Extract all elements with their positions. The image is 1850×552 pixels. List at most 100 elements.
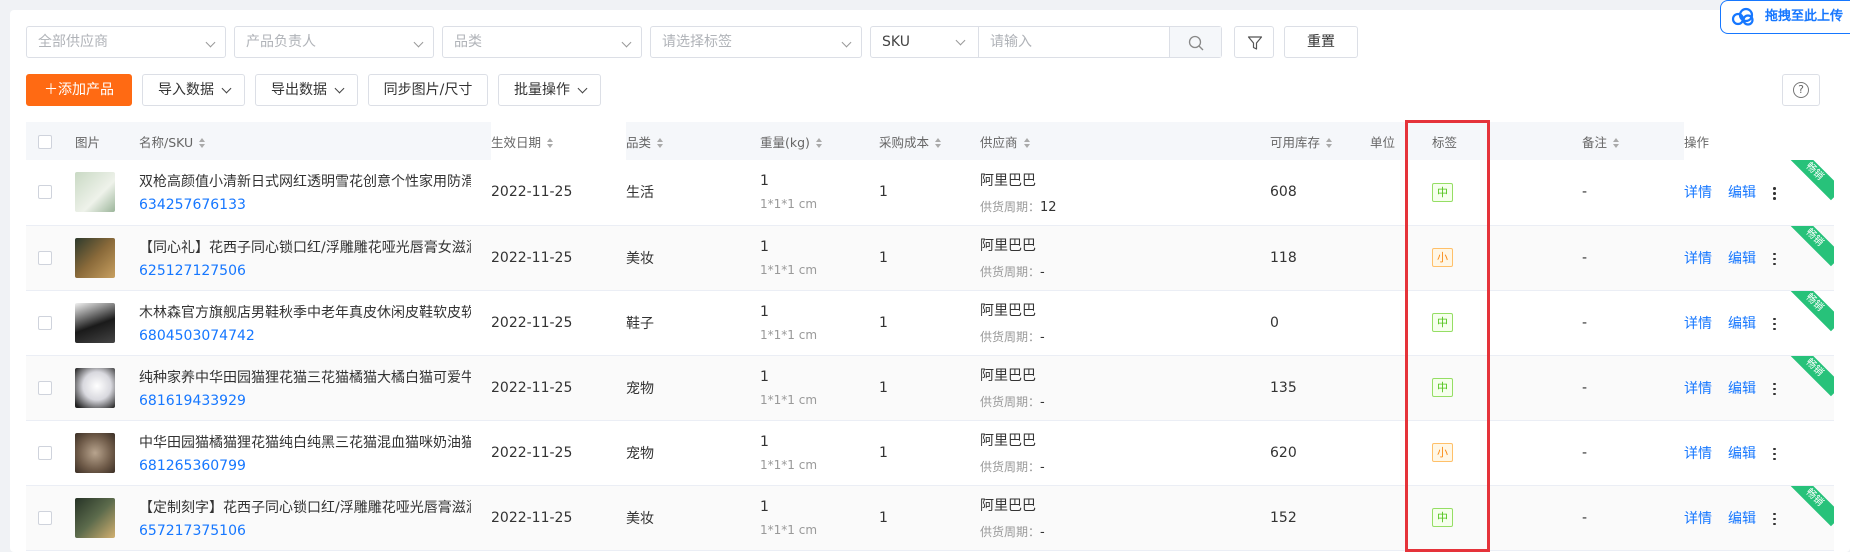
supply-cycle: 供货周期：-: [980, 328, 1270, 345]
detail-link[interactable]: 详情: [1684, 381, 1712, 397]
import-data-button[interactable]: 导入数据: [142, 74, 245, 106]
weight-value: 1: [760, 433, 769, 450]
detail-link[interactable]: 详情: [1684, 511, 1712, 527]
sku-search-input[interactable]: [979, 27, 1169, 57]
drag-upload-badge[interactable]: 拖拽至此上传: [1720, 0, 1850, 34]
supplier-name: 阿里巴巴: [980, 303, 1036, 319]
product-thumbnail[interactable]: [75, 172, 115, 213]
header-remark-label: 备注: [1582, 134, 1608, 150]
stock-cell: 152: [1270, 509, 1297, 526]
search-button[interactable]: [1169, 27, 1221, 57]
more-icon[interactable]: [1772, 447, 1776, 461]
date-cell: 2022-11-25: [491, 444, 573, 461]
edit-link[interactable]: 编辑: [1728, 185, 1756, 201]
supplier-select[interactable]: 全部供应商: [26, 26, 226, 58]
edit-link[interactable]: 编辑: [1728, 316, 1756, 332]
remark-cell: -: [1582, 184, 1588, 201]
product-sku-link[interactable]: 657217375106: [139, 523, 491, 539]
product-sku-link[interactable]: 6804503074742: [139, 328, 491, 344]
header-weight[interactable]: 重量(kg): [760, 122, 879, 160]
supplier-cell: 阿里巴巴 供货周期：-: [980, 485, 1270, 550]
sync-images-button[interactable]: 同步图片/尺寸: [368, 74, 488, 106]
header-effective-date[interactable]: 生效日期: [491, 122, 626, 160]
more-icon[interactable]: [1772, 186, 1776, 200]
header-purchase-cost[interactable]: 采购成本: [879, 122, 980, 160]
drag-upload-label: 拖拽至此上传: [1765, 9, 1844, 24]
more-icon[interactable]: [1772, 317, 1776, 331]
header-effective-date-label: 生效日期: [491, 134, 542, 150]
product-sku-link[interactable]: 681265360799: [139, 458, 491, 474]
chevron-down-icon: [413, 37, 424, 48]
row-checkbox[interactable]: [38, 185, 52, 200]
product-sku-link[interactable]: 625127127506: [139, 263, 491, 279]
product-sku-link[interactable]: 681619433929: [139, 393, 491, 409]
product-sku-link[interactable]: 634257676133: [139, 197, 491, 213]
header-name-sku[interactable]: 名称/SKU: [139, 122, 491, 160]
help-button[interactable]: ?: [1782, 74, 1820, 106]
weight-cell: 1 1*1*1 cm: [760, 290, 879, 355]
sort-icon[interactable]: [1613, 138, 1620, 148]
supply-cycle: 供货周期：-: [980, 393, 1270, 410]
detail-link[interactable]: 详情: [1684, 316, 1712, 332]
sort-icon[interactable]: [1023, 138, 1031, 148]
weight-cell: 1 1*1*1 cm: [760, 160, 879, 225]
chevron-down-icon: [955, 35, 966, 46]
header-supplier[interactable]: 供应商: [980, 122, 1270, 160]
chevron-down-icon: [221, 83, 232, 94]
detail-link[interactable]: 详情: [1684, 251, 1712, 267]
owner-select[interactable]: 产品负责人: [234, 26, 434, 58]
edit-link[interactable]: 编辑: [1728, 251, 1756, 267]
product-thumbnail[interactable]: [75, 497, 115, 538]
row-checkbox[interactable]: [38, 315, 52, 330]
product-thumbnail[interactable]: [75, 237, 115, 278]
header-remark[interactable]: 备注: [1582, 122, 1684, 160]
sort-icon[interactable]: [657, 138, 664, 148]
row-checkbox[interactable]: [38, 380, 52, 395]
tag-cell: 中: [1432, 160, 1582, 225]
bestseller-ribbon: 畅销: [1785, 160, 1834, 201]
row-checkbox[interactable]: [38, 445, 52, 460]
sort-icon[interactable]: [815, 138, 823, 148]
sort-icon[interactable]: [547, 138, 554, 148]
edit-link[interactable]: 编辑: [1728, 446, 1756, 462]
more-icon[interactable]: [1772, 382, 1776, 396]
sku-type-select[interactable]: SKU: [871, 27, 979, 57]
question-icon: ?: [1793, 82, 1809, 98]
reset-button[interactable]: 重置: [1284, 26, 1358, 58]
category-select[interactable]: 品类: [442, 26, 642, 58]
dimensions-value: 1*1*1 cm: [760, 262, 818, 277]
filter-button[interactable]: [1234, 26, 1274, 58]
add-product-button[interactable]: ＋添加产品: [26, 74, 132, 106]
supply-cycle-label: 供货周期：: [980, 460, 1041, 474]
header-stock[interactable]: 可用库存: [1270, 122, 1370, 160]
export-data-button[interactable]: 导出数据: [255, 74, 358, 106]
supplier-select-placeholder: 全部供应商: [38, 34, 108, 50]
category-cell: 宠物: [626, 445, 654, 462]
filter-row: 全部供应商 产品负责人 品类 请选择标签 SKU 重置: [26, 26, 1358, 58]
batch-ops-button[interactable]: 批量操作: [498, 74, 601, 106]
product-thumbnail[interactable]: [75, 302, 115, 343]
sort-icon[interactable]: [1326, 138, 1333, 148]
tag-badge: 小: [1432, 248, 1453, 267]
edit-link[interactable]: 编辑: [1728, 381, 1756, 397]
more-icon[interactable]: [1772, 512, 1776, 526]
tag-select-placeholder: 请选择标签: [662, 34, 732, 50]
supply-cycle-value: -: [1040, 265, 1045, 280]
product-thumbnail[interactable]: [75, 432, 115, 473]
edit-link[interactable]: 编辑: [1728, 511, 1756, 527]
sort-icon[interactable]: [199, 138, 206, 148]
detail-link[interactable]: 详情: [1684, 185, 1712, 201]
row-checkbox[interactable]: [38, 250, 52, 265]
sort-icon[interactable]: [935, 138, 942, 148]
select-all-checkbox[interactable]: [38, 134, 52, 149]
detail-link[interactable]: 详情: [1684, 446, 1712, 462]
product-thumbnail[interactable]: [75, 367, 115, 408]
more-icon[interactable]: [1772, 252, 1776, 266]
cost-cell: 1: [879, 249, 888, 266]
header-category[interactable]: 品类: [626, 122, 760, 160]
table-row: 木林森官方旗舰店男鞋秋季中老年真皮休闲皮鞋软皮软 6804503074742 20…: [26, 290, 1834, 355]
tag-select[interactable]: 请选择标签: [650, 26, 862, 58]
weight-cell: 1 1*1*1 cm: [760, 225, 879, 290]
row-checkbox[interactable]: [38, 510, 52, 525]
import-data-label: 导入数据: [158, 82, 214, 98]
